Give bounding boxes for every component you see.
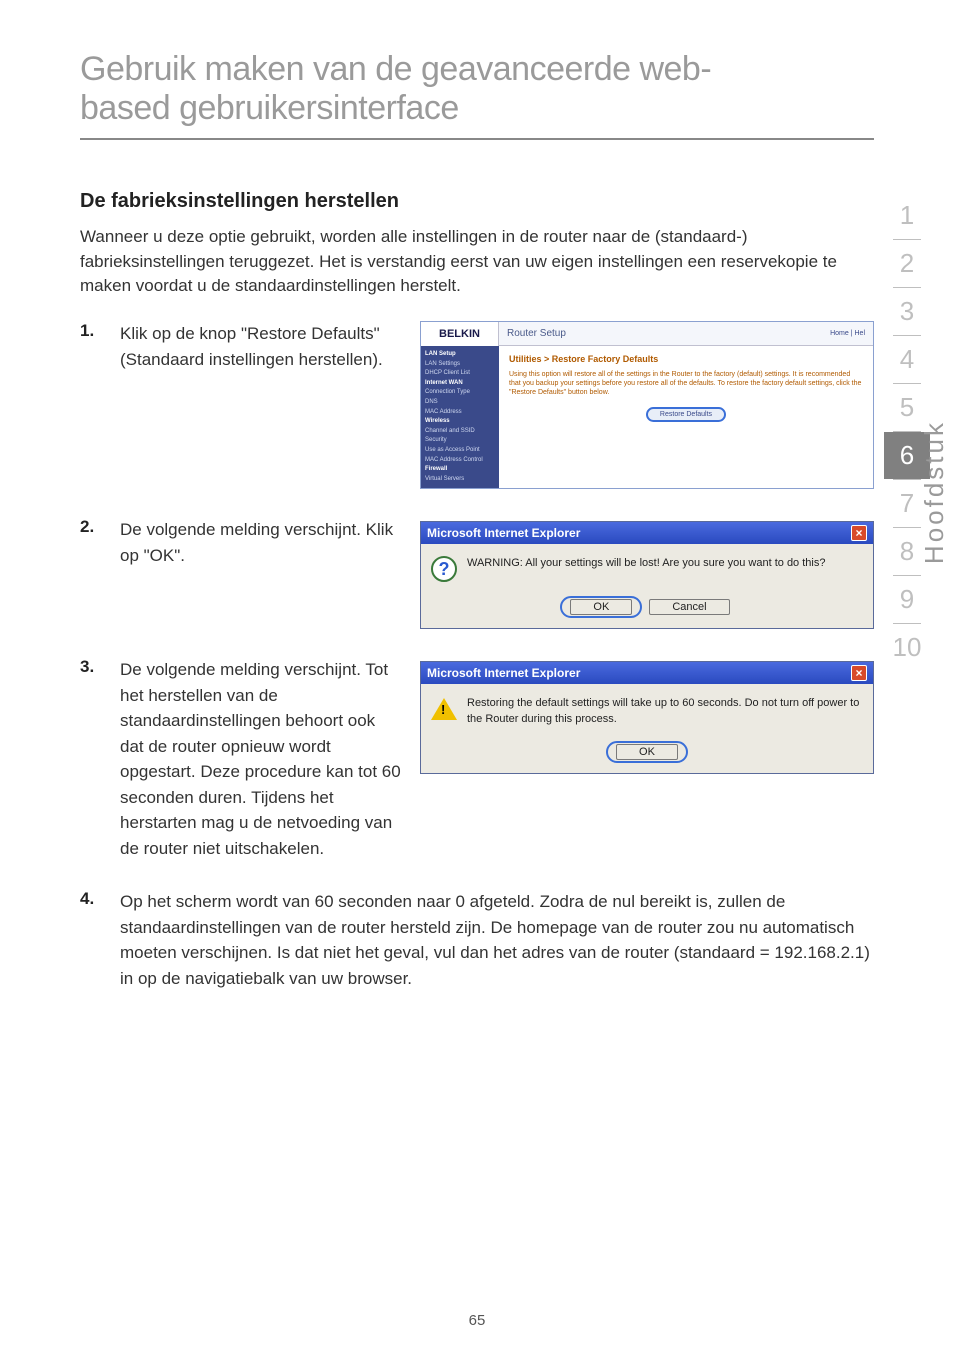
title-rule — [80, 138, 874, 140]
router-sidebar: LAN Setup LAN Settings DHCP Client List … — [421, 346, 499, 488]
side-item[interactable]: MAC Address Control — [425, 456, 495, 466]
router-logo: BELKIN — [421, 322, 499, 346]
side-item[interactable]: MAC Address — [425, 408, 495, 418]
ok-button[interactable]: OK — [616, 744, 678, 760]
dialog-message: Restoring the default settings will take… — [467, 696, 863, 727]
dialog2-screenshot: Microsoft Internet Explorer × Restoring … — [420, 657, 874, 774]
chapter-link-3[interactable]: 3 — [884, 288, 930, 335]
step-text: De volgende melding verschijnt. Klik op … — [120, 517, 420, 568]
dialog-titlebar: Microsoft Internet Explorer × — [421, 522, 873, 544]
router-bar-title: Router Setup — [507, 328, 566, 339]
router-main: Utilities > Restore Factory Defaults Usi… — [499, 346, 873, 488]
router-bar: Router Setup Home | Hel — [499, 322, 873, 346]
step-number: 2. — [80, 517, 120, 537]
warning-icon — [431, 698, 457, 720]
router-desc: Using this option will restore all of th… — [509, 370, 863, 397]
chapter-link-4[interactable]: 4 — [884, 336, 930, 383]
step-text: Klik op de knop "Restore Defaults" (Stan… — [120, 321, 420, 372]
side-item[interactable]: DHCP Client List — [425, 369, 495, 379]
dialog-title: Microsoft Internet Explorer — [427, 526, 580, 540]
step-number: 1. — [80, 321, 120, 341]
steps-list: 1. Klik op de knop "Restore Defaults" (S… — [80, 321, 874, 991]
dialog-titlebar: Microsoft Internet Explorer × — [421, 662, 873, 684]
side-h3: Wireless — [425, 417, 495, 427]
side-item[interactable]: Channel and SSID — [425, 427, 495, 437]
side-item[interactable]: LAN Settings — [425, 360, 495, 370]
question-icon: ? — [431, 556, 457, 582]
side-h4: Firewall — [425, 465, 495, 475]
side-item[interactable]: Virtual Servers — [425, 475, 495, 485]
side-h2: Internet WAN — [425, 379, 495, 389]
close-icon[interactable]: × — [851, 665, 867, 681]
chapter-link-10[interactable]: 10 — [884, 624, 930, 671]
side-item[interactable]: Use as Access Point — [425, 446, 495, 456]
chapter-link-9[interactable]: 9 — [884, 576, 930, 623]
chapter-link-2[interactable]: 2 — [884, 240, 930, 287]
step-2: 2. De volgende melding verschijnt. Klik … — [80, 517, 874, 629]
page-number: 65 — [0, 1312, 954, 1329]
close-icon[interactable]: × — [851, 525, 867, 541]
dialog-message: WARNING: All your settings will be lost!… — [467, 556, 825, 571]
dialog-buttons: OK — [421, 741, 873, 773]
page-title: Gebruik maken van de geavanceerde web- b… — [80, 50, 874, 128]
step-text: Op het scherm wordt van 60 seconden naar… — [120, 889, 874, 991]
side-item[interactable]: Connection Type — [425, 388, 495, 398]
step-1: 1. Klik op de knop "Restore Defaults" (S… — [80, 321, 874, 489]
section-heading: De fabrieksinstellingen herstellen — [80, 190, 874, 213]
step-number: 3. — [80, 657, 120, 677]
title-line1: Gebruik maken van de geavanceerde web- — [80, 50, 711, 88]
router-breadcrumb: Utilities > Restore Factory Defaults — [509, 354, 863, 364]
restore-defaults-button[interactable]: Restore Defaults — [646, 407, 726, 422]
annotation-circle: OK — [606, 741, 688, 763]
step-3: 3. De volgende melding verschijnt. Tot h… — [80, 657, 874, 861]
side-h1: LAN Setup — [425, 350, 495, 360]
step-text: De volgende melding verschijnt. Tot het … — [120, 657, 420, 861]
intro-paragraph: Wanneer u deze optie gebruikt, worden al… — [80, 225, 874, 299]
cancel-button[interactable]: Cancel — [649, 599, 729, 615]
title-line2: based gebruikersinterface — [80, 89, 459, 127]
router-header: BELKIN Router Setup Home | Hel — [421, 322, 873, 346]
side-item[interactable]: DNS — [425, 398, 495, 408]
router-screenshot: BELKIN Router Setup Home | Hel LAN Setup… — [420, 321, 874, 489]
step-number: 4. — [80, 889, 120, 909]
step-4: 4. Op het scherm wordt van 60 seconden n… — [80, 889, 874, 991]
dialog-title: Microsoft Internet Explorer — [427, 666, 580, 680]
side-item[interactable]: Security — [425, 436, 495, 446]
router-home-link[interactable]: Home | Hel — [830, 330, 865, 337]
annotation-circle: OK — [560, 596, 642, 618]
dialog1-screenshot: Microsoft Internet Explorer × ? WARNING:… — [420, 517, 874, 629]
ok-button[interactable]: OK — [570, 599, 632, 615]
tab-label: Hoofdstuk — [919, 420, 950, 564]
chapter-link-1[interactable]: 1 — [884, 192, 930, 239]
dialog-buttons: OK Cancel — [421, 596, 873, 628]
